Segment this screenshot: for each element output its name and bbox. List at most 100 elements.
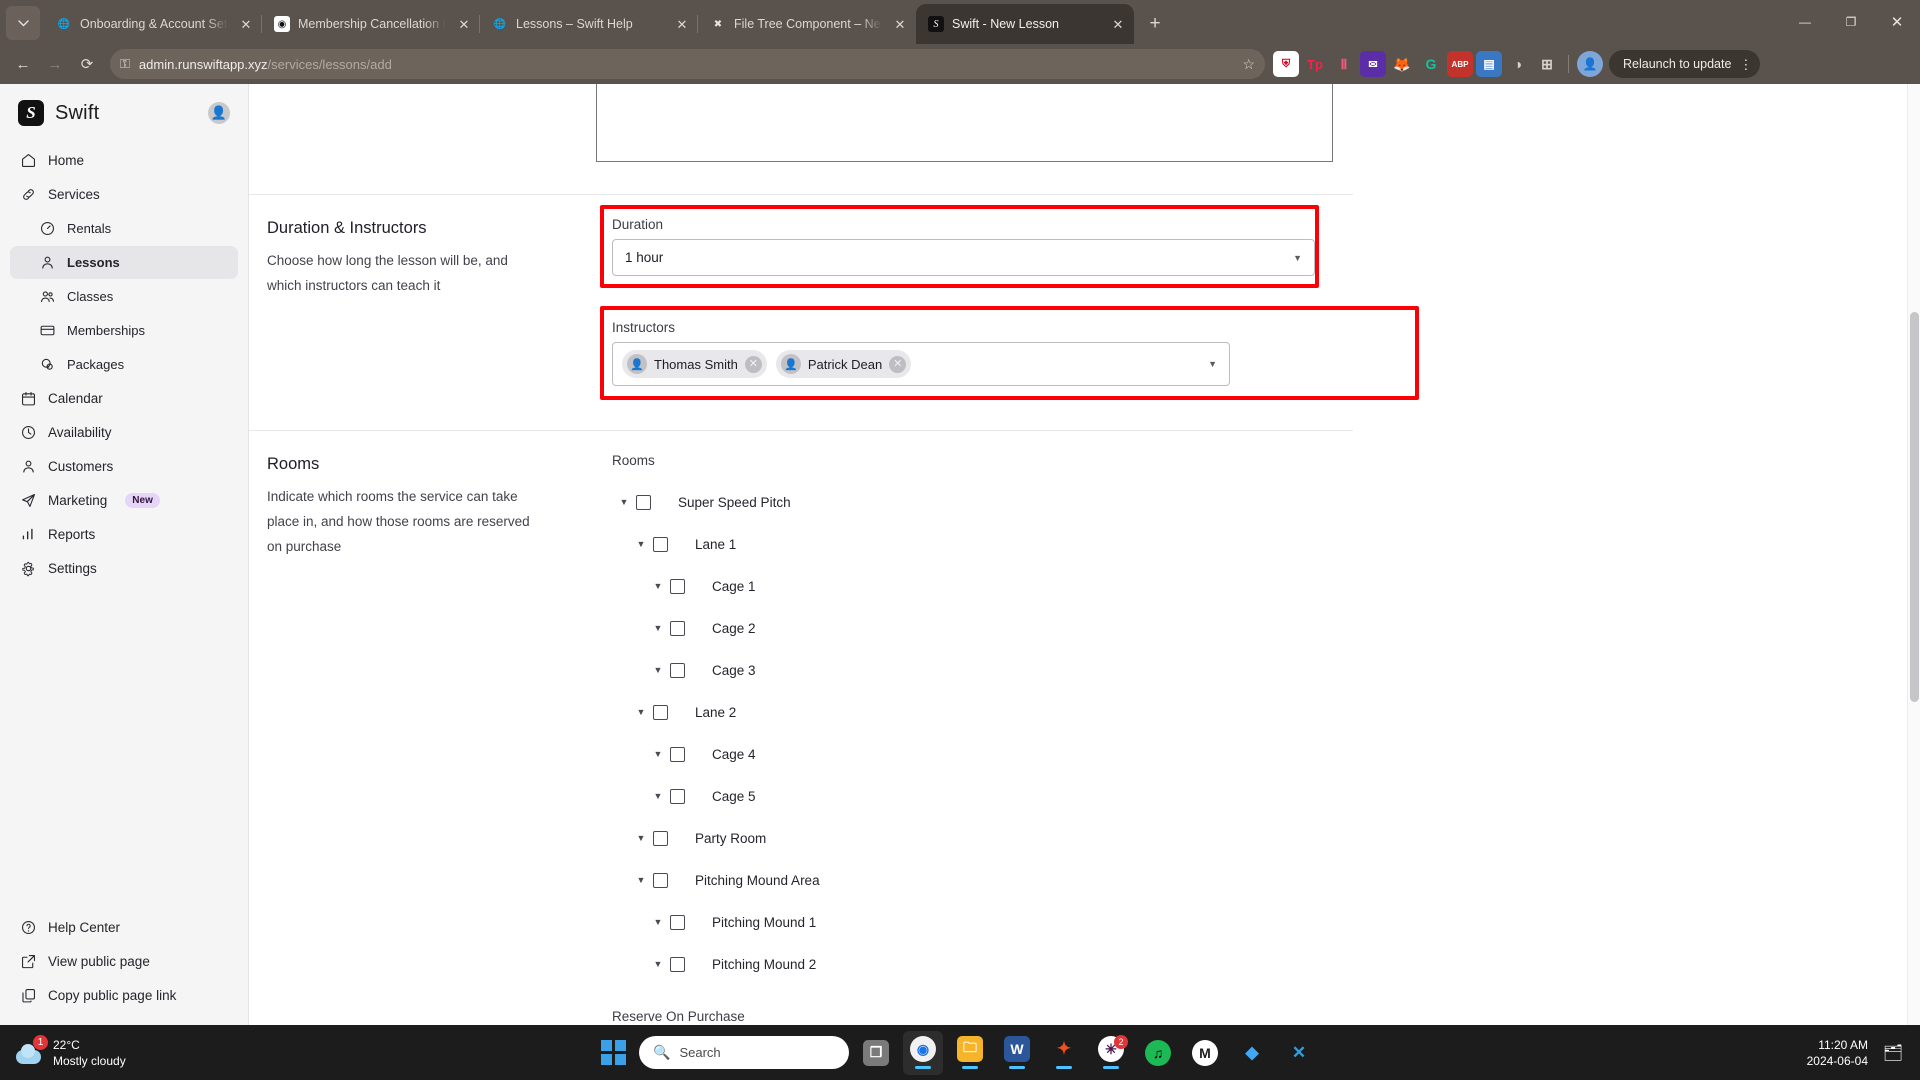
sidebar-item-memberships[interactable]: Memberships (10, 314, 238, 347)
extensions-puzzle-icon[interactable]: ⊞ (1534, 51, 1560, 77)
sidebar-item-availability[interactable]: Availability (10, 416, 238, 449)
room-checkbox[interactable] (670, 956, 685, 972)
room-checkbox[interactable] (636, 494, 651, 510)
tree-row[interactable]: ▼ Pitching Mound 1 (612, 901, 1315, 943)
chevron-down-icon[interactable]: ▼ (646, 749, 670, 759)
browser-tab[interactable]: 🌐 Lessons – Swift Help ✕ (479, 4, 698, 44)
user-avatar-icon[interactable]: 👤 (208, 102, 230, 124)
sidebar-item-help-center[interactable]: Help Center (10, 911, 238, 944)
chevron-down-icon[interactable]: ▼ (629, 833, 653, 843)
instructor-chip[interactable]: 👤 Thomas Smith ✕ (622, 350, 767, 378)
chevron-down-icon[interactable]: ▼ (629, 539, 653, 549)
room-checkbox[interactable] (670, 914, 685, 930)
taskbar-app-spotify[interactable]: ♫ (1138, 1031, 1178, 1075)
address-bar[interactable]: ⚿ admin.runswiftapp.xyz/services/lessons… (110, 49, 1265, 79)
tree-row[interactable]: ▼ Party Room (612, 817, 1315, 859)
extension-8-icon[interactable]: ◑ (1505, 51, 1531, 77)
tree-row[interactable]: ▼ Cage 1 (612, 565, 1315, 607)
taskbar-app-affinity-designer[interactable]: ◆ (1232, 1031, 1272, 1075)
forward-icon[interactable]: → (40, 49, 70, 79)
tree-row[interactable]: ▼ Cage 2 (612, 607, 1315, 649)
remove-chip-icon[interactable]: ✕ (744, 355, 762, 373)
close-icon[interactable]: ✕ (454, 14, 474, 34)
extension-7-icon[interactable]: ▤ (1476, 51, 1502, 77)
search-input[interactable]: 🔍 Search (639, 1036, 849, 1069)
chevron-down-icon[interactable]: ▼ (629, 875, 653, 885)
browser-tab-active[interactable]: S Swift - New Lesson ✕ (916, 4, 1134, 44)
duration-select[interactable]: 1 hour ▼ (612, 239, 1315, 276)
sidebar-item-classes[interactable]: Classes (10, 280, 238, 313)
remove-chip-icon[interactable]: ✕ (889, 355, 907, 373)
room-checkbox[interactable] (670, 620, 685, 636)
tree-row[interactable]: ▼ Pitching Mound 2 (612, 943, 1315, 985)
sidebar-item-customers[interactable]: Customers (10, 450, 238, 483)
minimize-button[interactable]: — (1782, 0, 1828, 44)
taskbar-app-google-chrome[interactable]: ◉ (903, 1030, 943, 1075)
extension-1-icon[interactable]: ⛨ (1273, 51, 1299, 77)
maximize-button[interactable]: ❐ (1828, 0, 1874, 44)
sidebar-item-rentals[interactable]: Rentals (10, 212, 238, 245)
sidebar-item-packages[interactable]: Packages (10, 348, 238, 381)
room-checkbox[interactable] (653, 536, 668, 552)
tree-row[interactable]: ▼ Lane 2 (612, 691, 1315, 733)
sidebar-item-lessons[interactable]: Lessons (10, 246, 238, 279)
chevron-down-icon[interactable]: ▼ (646, 623, 670, 633)
tree-row[interactable]: ▼ Pitching Mound Area (612, 859, 1315, 901)
extension-grammarly-icon[interactable]: G (1418, 51, 1444, 77)
tree-row[interactable]: ▼ Lane 1 (612, 523, 1315, 565)
taskbar-app-figma[interactable]: ✦ (1044, 1031, 1084, 1075)
description-textarea[interactable] (596, 84, 1333, 162)
taskbar-app-slack[interactable]: 2 ✳ (1091, 1031, 1131, 1075)
room-checkbox[interactable] (670, 578, 685, 594)
weather-widget[interactable]: 1 22°C Mostly cloudy (0, 1034, 126, 1069)
browser-tab[interactable]: ✖ File Tree Component – Nextra ✕ (697, 4, 916, 44)
room-checkbox[interactable] (670, 788, 685, 804)
taskbar-clock[interactable]: 11:20 AM 2024-06-04 (1807, 1037, 1868, 1069)
extension-4-icon[interactable]: ✉ (1360, 51, 1386, 77)
extension-3-icon[interactable]: Ⅱ (1331, 51, 1357, 77)
chevron-down-icon[interactable]: ▼ (646, 665, 670, 675)
instructor-chip[interactable]: 👤 Patrick Dean ✕ (775, 350, 912, 378)
back-icon[interactable]: ← (8, 49, 38, 79)
site-settings-icon[interactable]: ⚿ (120, 56, 130, 72)
office-tray-icon[interactable]: 🗂 (1880, 1040, 1906, 1066)
sidebar-item-calendar[interactable]: Calendar (10, 382, 238, 415)
page-scrollbar[interactable] (1907, 84, 1920, 1025)
chevron-down-icon[interactable]: ▼ (646, 581, 670, 591)
sidebar-item-marketing[interactable]: Marketing New (10, 484, 238, 517)
browser-tab[interactable]: ◉ Membership Cancellation Instru ✕ (261, 4, 480, 44)
room-checkbox[interactable] (653, 872, 668, 888)
star-icon[interactable]: ☆ (1242, 56, 1255, 73)
chevron-down-icon[interactable]: ▼ (646, 791, 670, 801)
tree-row[interactable]: ▼ Cage 4 (612, 733, 1315, 775)
sidebar-item-copy-public-page-link[interactable]: Copy public page link (10, 979, 238, 1012)
tab-search-button[interactable] (6, 6, 40, 40)
close-icon[interactable]: ✕ (672, 14, 692, 34)
chevron-down-icon[interactable]: ▼ (629, 707, 653, 717)
room-checkbox[interactable] (653, 704, 668, 720)
taskbar-app-visual-studio-code[interactable]: ✕ (1279, 1031, 1319, 1075)
extension-abp-icon[interactable]: ABP (1447, 51, 1473, 77)
windows-start-icon[interactable] (601, 1040, 626, 1065)
tree-row[interactable]: ▼ Cage 3 (612, 649, 1315, 691)
room-checkbox[interactable] (670, 746, 685, 762)
room-checkbox[interactable] (653, 830, 668, 846)
scrollbar-thumb[interactable] (1910, 312, 1919, 702)
chevron-down-icon[interactable]: ▼ (612, 497, 636, 507)
chevron-down-icon[interactable]: ▼ (646, 917, 670, 927)
taskbar-app-file-explorer[interactable]: 🗀 (950, 1031, 990, 1075)
chevron-down-icon[interactable]: ▼ (646, 959, 670, 969)
close-icon[interactable]: ✕ (236, 14, 256, 34)
close-icon[interactable]: ✕ (890, 14, 910, 34)
tree-row[interactable]: ▼ Super Speed Pitch (612, 481, 1315, 523)
kebab-menu-icon[interactable]: ⋮ (1739, 58, 1752, 71)
new-tab-button[interactable]: + (1140, 9, 1170, 39)
extension-toolpad-icon[interactable]: Tp (1302, 51, 1328, 77)
profile-avatar[interactable]: 👤 (1577, 51, 1603, 77)
room-checkbox[interactable] (670, 662, 685, 678)
extension-metamask-icon[interactable]: 🦊 (1389, 51, 1415, 77)
taskbar-app-microsoft-word[interactable]: W (997, 1031, 1037, 1075)
instructors-select[interactable]: 👤 Thomas Smith ✕ 👤 Patrick Dean ✕ ▼ (612, 342, 1230, 386)
sidebar-item-home[interactable]: Home (10, 144, 238, 177)
close-icon[interactable]: ✕ (1108, 14, 1128, 34)
